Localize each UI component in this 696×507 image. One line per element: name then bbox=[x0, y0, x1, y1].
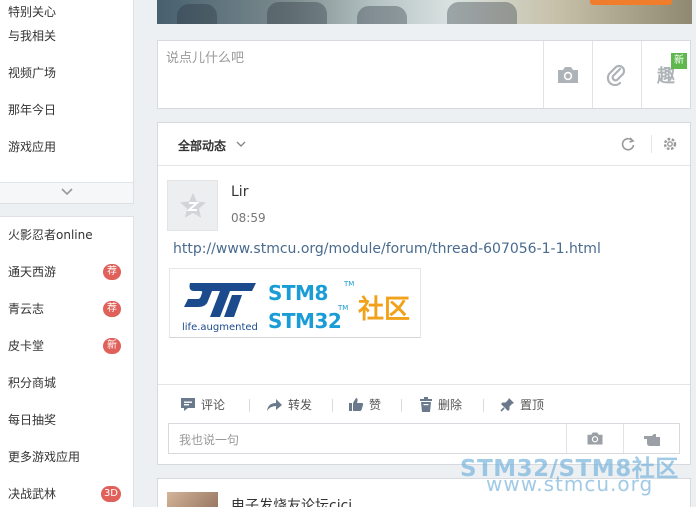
post-link[interactable]: http://www.stmcu.org/module/forum/thread… bbox=[173, 241, 601, 257]
forward-label: 转发 bbox=[288, 398, 313, 412]
comment-button[interactable]: 评论 bbox=[180, 396, 225, 413]
action-divider bbox=[401, 399, 402, 412]
post-timestamp[interactable]: 08:59 bbox=[231, 211, 266, 225]
delete-label: 删除 bbox=[438, 398, 463, 412]
game-item[interactable]: 火影忍者online bbox=[0, 217, 133, 254]
sidebar-item-video-square[interactable]: 视频广场 bbox=[0, 61, 133, 98]
action-divider bbox=[332, 399, 333, 412]
logo-tm-mark: TM bbox=[338, 304, 349, 312]
game-item[interactable]: 积分商城 bbox=[0, 365, 133, 402]
default-avatar-icon bbox=[179, 192, 206, 218]
link-preview-image[interactable]: life.augmented STM8 TM STM32 TM 社区 bbox=[169, 268, 421, 338]
recommend-badge: 荐 bbox=[103, 301, 121, 317]
post-username[interactable]: Lir bbox=[231, 184, 248, 200]
comment-label: 评论 bbox=[201, 398, 226, 412]
watermark-url: www.stmcu.org bbox=[486, 472, 654, 496]
fun-button[interactable]: 趣 新 bbox=[641, 41, 690, 108]
comment-icon bbox=[181, 398, 195, 411]
game-item-label: 更多游戏应用 bbox=[8, 450, 81, 464]
like-label: 赞 bbox=[369, 398, 382, 412]
top-banner-image[interactable] bbox=[157, 0, 692, 24]
banner-figure bbox=[357, 6, 407, 24]
new-badge: 新 bbox=[103, 338, 121, 354]
game-item[interactable]: 通天西游 荐 bbox=[0, 254, 133, 291]
banner-figure bbox=[177, 4, 217, 24]
action-divider bbox=[249, 399, 250, 412]
logo-tm-mark: TM bbox=[344, 280, 355, 288]
forward-button[interactable]: 转发 bbox=[266, 396, 312, 413]
logo-community-text: 社区 bbox=[358, 295, 411, 325]
sidebar-item-on-this-day[interactable]: 那年今日 bbox=[0, 98, 133, 135]
recommend-badge: 荐 bbox=[103, 264, 121, 280]
logo-stm32-text: STM32 bbox=[268, 309, 342, 333]
logo-tagline: life.augmented bbox=[182, 322, 258, 333]
new-badge: 新 bbox=[671, 53, 687, 69]
trash-icon bbox=[420, 397, 432, 412]
status-publisher[interactable]: 说点儿什么吧 趣 新 bbox=[157, 40, 691, 109]
game-item-label: 火影忍者online bbox=[8, 228, 93, 242]
pin-button[interactable]: 置顶 bbox=[500, 396, 544, 413]
sidebar-item-related-to-me[interactable]: 与我相关 bbox=[0, 24, 133, 61]
sidebar-collapse-toggle[interactable] bbox=[0, 182, 133, 203]
post-action-bar: 评论 转发 赞 删除 置顶 bbox=[158, 384, 690, 424]
paperclip-icon bbox=[606, 64, 626, 86]
sidebar-nav: 特别关心 与我相关 视频广场 那年今日 游戏应用 bbox=[0, 0, 134, 204]
pin-label: 置顶 bbox=[520, 398, 545, 412]
game-item[interactable]: 更多游戏应用 bbox=[0, 439, 133, 476]
action-divider bbox=[483, 399, 484, 412]
game-item-label: 积分商城 bbox=[8, 376, 57, 390]
comment-placeholder: 我也说一句 bbox=[179, 433, 240, 447]
gear-icon[interactable] bbox=[662, 136, 678, 152]
game-item[interactable]: 青云志 荐 bbox=[0, 291, 133, 328]
avatar[interactable] bbox=[167, 492, 218, 507]
status-input-placeholder[interactable]: 说点儿什么吧 bbox=[166, 47, 244, 66]
sidebar-item-game-apps[interactable]: 游戏应用 bbox=[0, 135, 133, 172]
delete-button[interactable]: 删除 bbox=[419, 396, 462, 413]
3d-badge: 3D bbox=[100, 486, 121, 502]
photo-upload-button[interactable] bbox=[543, 41, 592, 108]
refresh-icon[interactable] bbox=[620, 136, 636, 152]
game-item-label: 每日抽奖 bbox=[8, 413, 57, 427]
chevron-down-icon[interactable] bbox=[236, 141, 246, 148]
game-item[interactable]: 皮卡堂 新 bbox=[0, 328, 133, 365]
game-item-label: 通天西游 bbox=[8, 265, 57, 279]
game-item[interactable]: 决战武林 3D bbox=[0, 476, 133, 507]
banner-action-button[interactable] bbox=[590, 0, 672, 5]
attach-link-button[interactable] bbox=[592, 41, 641, 108]
forward-arrow-icon bbox=[267, 398, 282, 411]
banner-figure bbox=[447, 2, 517, 24]
banner-figure bbox=[267, 2, 327, 24]
game-item[interactable]: 每日抽奖 bbox=[0, 402, 133, 439]
sidebar-item-special-care[interactable]: 特别关心 bbox=[0, 0, 133, 24]
logo-stm8-text: STM8 bbox=[268, 281, 328, 305]
thumbs-up-icon bbox=[349, 398, 364, 411]
feed-panel: 全部动态 Lir 08:59 http://www.stmcu.org/modu… bbox=[157, 122, 691, 465]
chevron-down-icon bbox=[60, 188, 73, 196]
camera-icon bbox=[558, 66, 578, 83]
game-item-label: 青云志 bbox=[8, 302, 45, 316]
sidebar-games: 火影忍者online 通天西游荐 青云志荐 皮卡堂新 积分商城 每日抽奖 更多游… bbox=[0, 216, 134, 507]
feed-header: 全部动态 bbox=[158, 123, 690, 166]
st-logo bbox=[184, 283, 256, 317]
header-divider bbox=[651, 135, 652, 153]
pointing-hand-icon bbox=[644, 433, 660, 446]
post-username[interactable]: 电子发烧友论坛cici bbox=[231, 495, 352, 507]
game-item-label: 决战武林 bbox=[8, 487, 57, 501]
avatar[interactable] bbox=[167, 180, 218, 231]
pin-icon bbox=[500, 398, 514, 412]
like-button[interactable]: 赞 bbox=[348, 396, 381, 413]
camera-icon bbox=[587, 432, 603, 445]
all-feeds-tab[interactable]: 全部动态 bbox=[178, 137, 226, 154]
game-item-label: 皮卡堂 bbox=[8, 339, 45, 353]
